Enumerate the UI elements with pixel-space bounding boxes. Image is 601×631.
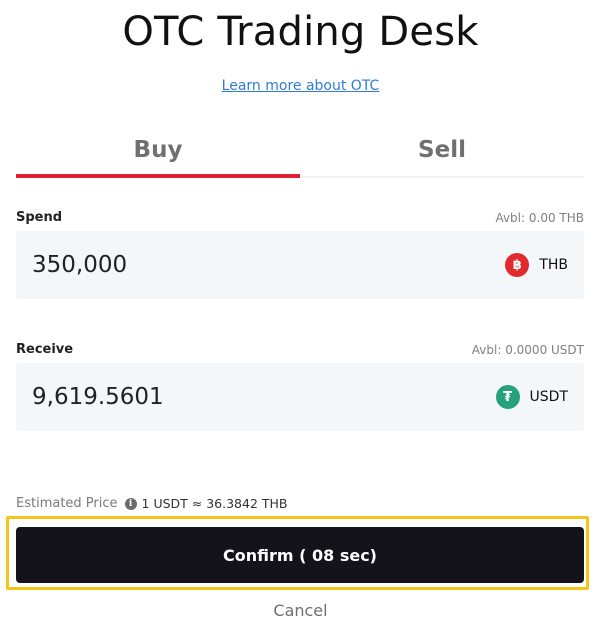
confirm-button[interactable]: Confirm ( 08 sec) bbox=[16, 527, 584, 583]
info-icon[interactable]: i bbox=[124, 498, 137, 510]
usdt-coin-icon: ₮ bbox=[495, 385, 520, 409]
spend-input-box[interactable]: 350,000 ฿ THB bbox=[16, 231, 584, 299]
otc-trading-page: OTC Trading Desk Learn more about OTC Bu… bbox=[0, 0, 601, 631]
spend-input[interactable]: 350,000 bbox=[32, 231, 127, 299]
page-title: OTC Trading Desk bbox=[122, 9, 479, 55]
receive-input-box[interactable]: 9,619.5601 ₮ USDT bbox=[16, 363, 584, 431]
receive-available: Avbl: 0.0000 USDT bbox=[471, 343, 584, 357]
cancel-button[interactable]: Cancel bbox=[0, 600, 601, 622]
receive-currency-selector[interactable]: ₮ USDT bbox=[495, 363, 568, 431]
receive-currency-code: USDT bbox=[529, 389, 568, 405]
estimated-price: Estimated Price i 1 USDT ≈ 36.3842 THB bbox=[16, 495, 288, 513]
receive-input[interactable]: 9,619.5601 bbox=[32, 363, 164, 431]
receive-label: Receive bbox=[16, 342, 74, 357]
spend-label: Spend bbox=[16, 210, 63, 225]
trade-tabs: Buy Sell bbox=[16, 130, 584, 178]
thb-coin-icon: ฿ bbox=[505, 253, 530, 277]
spend-currency-code: THB bbox=[539, 257, 568, 273]
estimated-price-value: 1 USDT ≈ 36.3842 THB bbox=[141, 496, 288, 511]
estimated-price-label: Estimated Price bbox=[16, 496, 118, 511]
tab-sell[interactable]: Sell bbox=[300, 130, 584, 176]
spend-available: Avbl: 0.00 THB bbox=[495, 211, 584, 225]
tab-buy[interactable]: Buy bbox=[16, 130, 300, 178]
spend-currency-selector[interactable]: ฿ THB bbox=[505, 231, 568, 299]
learn-more-link[interactable]: Learn more about OTC bbox=[0, 76, 601, 96]
